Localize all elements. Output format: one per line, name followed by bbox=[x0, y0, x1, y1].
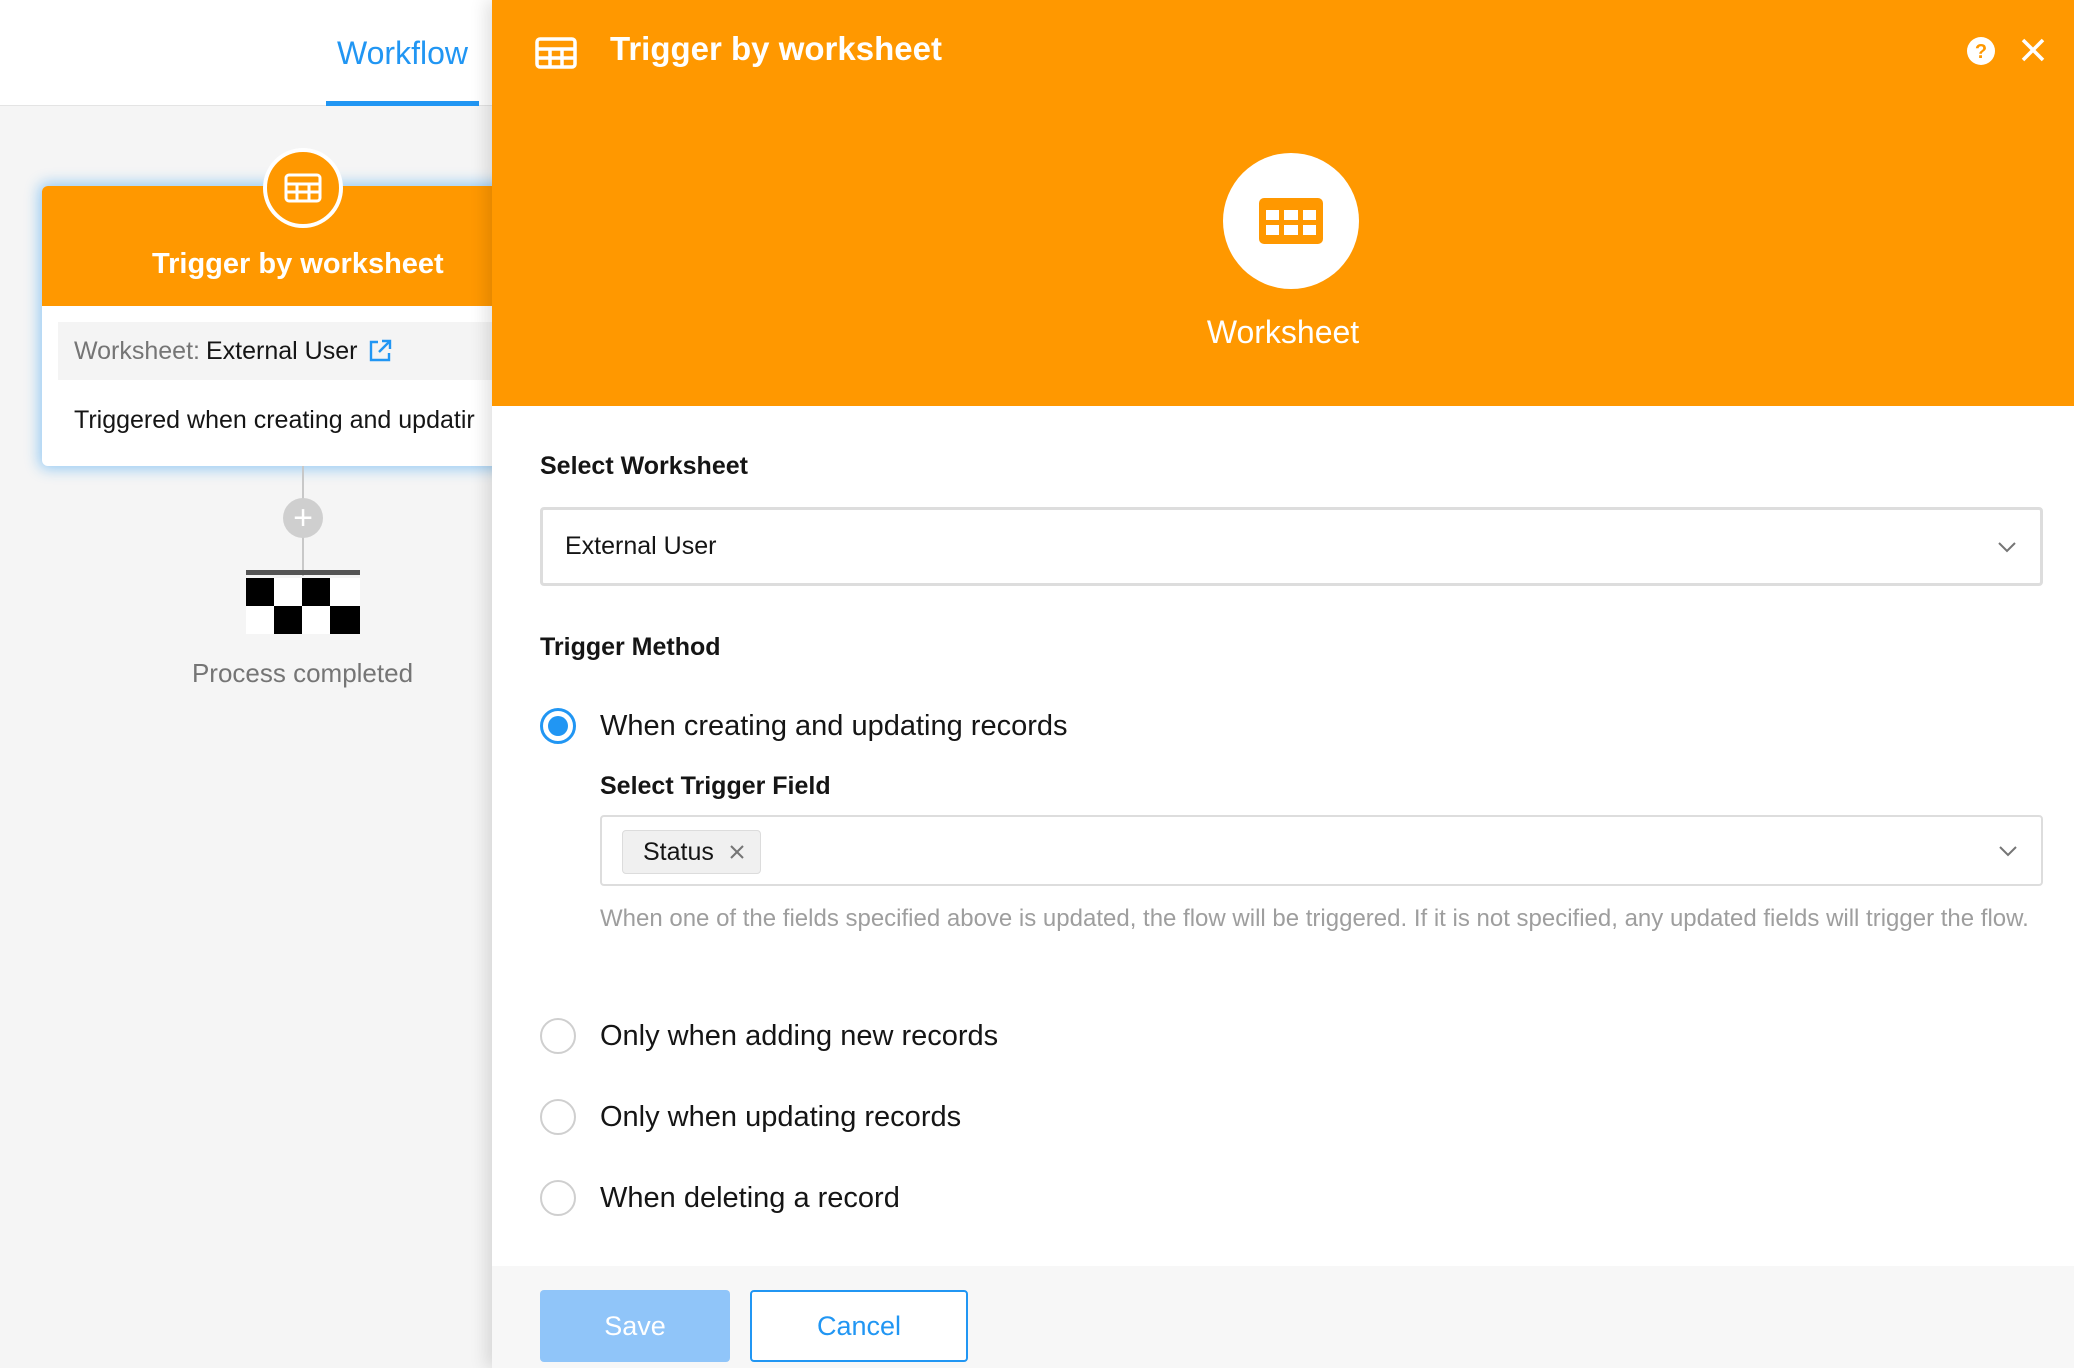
radio-option-add-only[interactable]: Only when adding new records bbox=[540, 1018, 998, 1054]
radio-button-checked[interactable] bbox=[540, 708, 576, 744]
trigger-node-title: Trigger by worksheet bbox=[152, 248, 444, 280]
radio-option-label: When creating and updating records bbox=[600, 709, 1068, 742]
trigger-field-hint: When one of the fields specified above i… bbox=[600, 905, 2029, 932]
grid-table-icon bbox=[1259, 198, 1323, 244]
worksheet-select[interactable]: External User bbox=[540, 507, 2043, 586]
worksheet-hero-icon bbox=[1223, 153, 1359, 289]
remove-tag-icon[interactable] bbox=[728, 843, 746, 861]
trigger-node-worksheet-info: Worksheet: External User bbox=[58, 322, 562, 380]
select-trigger-field-label: Select Trigger Field bbox=[600, 772, 831, 800]
trigger-settings-panel: Trigger by worksheet ? Worksheet Select … bbox=[492, 0, 2074, 1368]
cancel-button[interactable]: Cancel bbox=[750, 1290, 968, 1362]
add-node-button[interactable]: + bbox=[283, 498, 323, 538]
radio-option-label: Only when adding new records bbox=[600, 1019, 999, 1052]
worksheet-select-value: External User bbox=[565, 532, 717, 560]
external-link-icon[interactable] bbox=[367, 338, 393, 364]
worksheet-prefix-label: Worksheet: bbox=[74, 336, 200, 365]
worksheet-name: External User bbox=[205, 336, 358, 365]
grid-table-icon bbox=[535, 37, 577, 69]
plus-icon: + bbox=[293, 499, 313, 537]
save-button[interactable]: Save bbox=[540, 1290, 730, 1362]
trigger-node-card[interactable]: Trigger by worksheet Worksheet: External… bbox=[42, 186, 562, 466]
panel-header: Trigger by worksheet ? Worksheet bbox=[492, 0, 2074, 406]
radio-option-create-update[interactable]: When creating and updating records bbox=[540, 708, 1068, 744]
panel-footer: Save Cancel bbox=[492, 1266, 2074, 1368]
worksheet-hero-label: Worksheet bbox=[1206, 314, 1360, 350]
radio-option-delete[interactable]: When deleting a record bbox=[540, 1180, 900, 1216]
chevron-down-icon bbox=[1998, 541, 2016, 552]
radio-button[interactable] bbox=[540, 1099, 576, 1135]
trigger-node-icon bbox=[263, 148, 343, 228]
panel-title: Trigger by worksheet bbox=[610, 30, 942, 67]
tab-workflow[interactable]: Workflow bbox=[326, 0, 479, 106]
trigger-method-label: Trigger Method bbox=[540, 633, 721, 661]
select-worksheet-label: Select Worksheet bbox=[540, 452, 748, 480]
grid-table-icon bbox=[284, 173, 322, 203]
radio-option-label: Only when updating records bbox=[600, 1100, 962, 1133]
trigger-field-select[interactable]: Status bbox=[600, 815, 2043, 886]
radio-option-update-only[interactable]: Only when updating records bbox=[540, 1099, 961, 1135]
svg-text:?: ? bbox=[1975, 41, 1987, 63]
process-completed-label: Process completed bbox=[191, 658, 414, 688]
close-icon[interactable] bbox=[2017, 34, 2049, 66]
chevron-down-icon bbox=[1999, 845, 2017, 856]
field-tag-label: Status bbox=[643, 837, 714, 866]
help-icon[interactable]: ? bbox=[1966, 36, 1996, 66]
trigger-node-description: Triggered when creating and updatir bbox=[74, 406, 475, 434]
radio-option-label: When deleting a record bbox=[600, 1181, 900, 1214]
checkered-flag-icon bbox=[246, 570, 360, 634]
radio-button[interactable] bbox=[540, 1180, 576, 1216]
field-tag: Status bbox=[622, 830, 761, 874]
radio-button[interactable] bbox=[540, 1018, 576, 1054]
